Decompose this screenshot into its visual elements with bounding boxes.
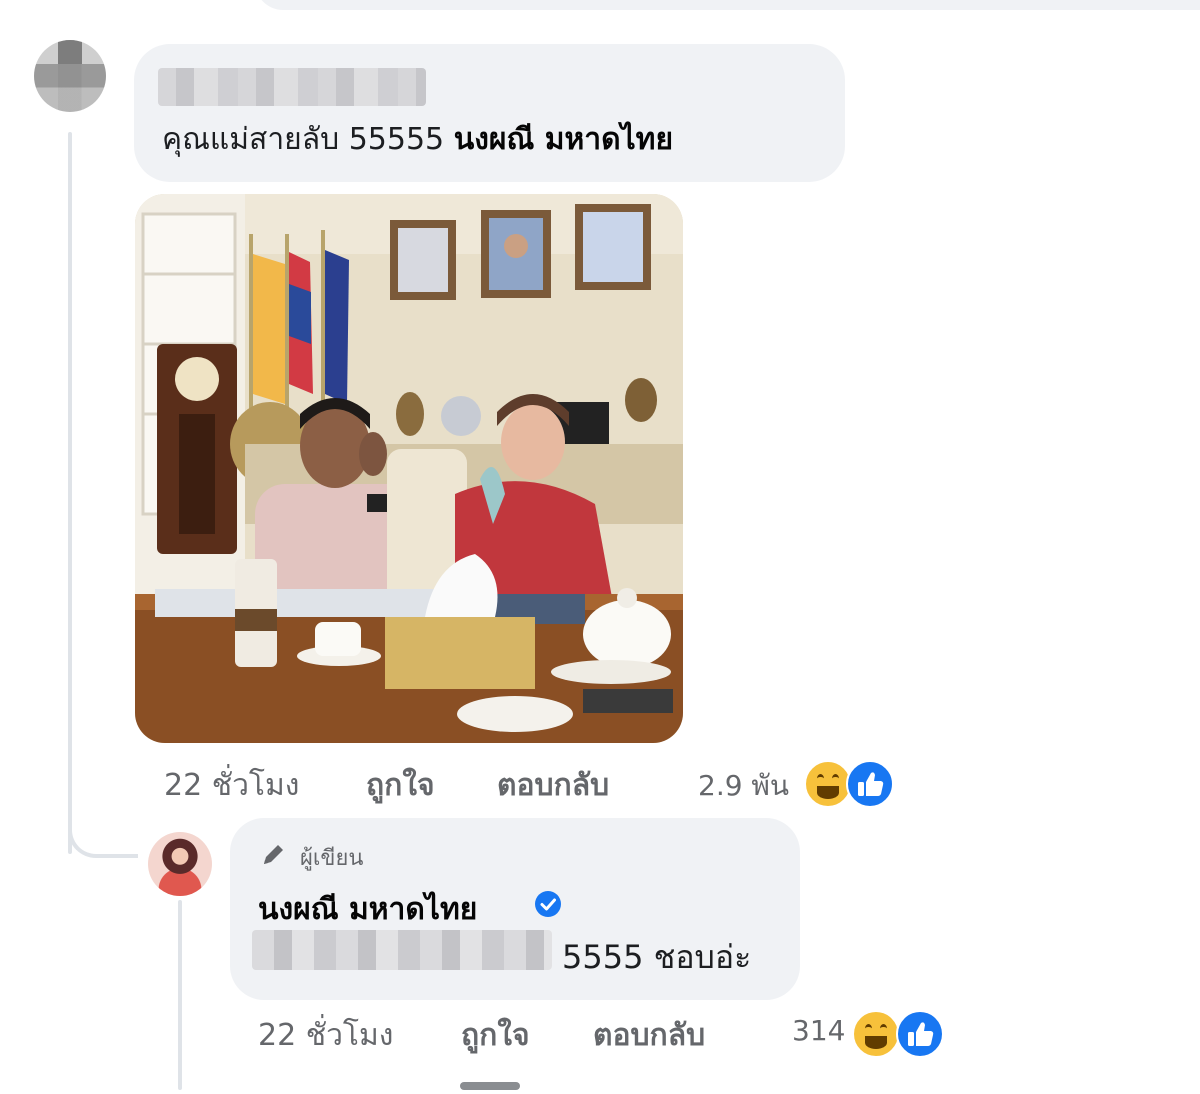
like-icon[interactable] [896, 1010, 944, 1058]
photo-office-scene [135, 194, 683, 743]
reply-like-button[interactable]: ถูกใจ [461, 1012, 530, 1059]
pen-icon [264, 845, 283, 864]
comment-mention-link[interactable]: นงผณี มหาดไทย [454, 122, 673, 157]
reply-text: 5555 ชอบอ่ะ [562, 938, 752, 976]
author-badge: ผู้เขียน [300, 846, 364, 871]
author-avatar[interactable] [148, 832, 212, 896]
thumbs-up-icon [908, 1022, 934, 1046]
reply-author-name[interactable]: นงผณี มหาดไทย [258, 886, 477, 933]
reply-reply-button[interactable]: ตอบกลับ [593, 1012, 705, 1059]
previous-comment-bubble [255, 0, 1200, 10]
comment-reply-button[interactable]: ตอบกลับ [497, 762, 609, 809]
haha-icon[interactable] [804, 760, 852, 808]
commenter-avatar-blurred[interactable] [34, 40, 106, 112]
comment-reaction-count[interactable]: 2.9 พัน [698, 764, 789, 808]
thread-line-reply [178, 900, 182, 1090]
thread-line [68, 132, 72, 854]
commenter-name-blurred[interactable] [158, 68, 426, 106]
comment-timestamp[interactable]: 22 ชั่วโมง [164, 762, 299, 809]
reply-timestamp[interactable]: 22 ชั่วโมง [258, 1012, 393, 1059]
like-icon[interactable] [846, 760, 894, 808]
truncated-text [460, 1074, 550, 1094]
reply-text-blurred [252, 930, 552, 970]
reply-reaction-count[interactable]: 314 [792, 1014, 845, 1047]
comment-photo[interactable] [135, 194, 683, 743]
thumbs-up-icon [858, 772, 884, 796]
comment-like-button[interactable]: ถูกใจ [366, 762, 435, 809]
haha-icon[interactable] [852, 1010, 900, 1058]
verified-badge-icon [535, 891, 561, 917]
comment-text-plain: คุณแม่สายลับ 55555 [162, 122, 445, 157]
comment-text: คุณแม่สายลับ 55555 นงผณี มหาดไทย [162, 118, 673, 162]
thread-connector [68, 818, 138, 858]
